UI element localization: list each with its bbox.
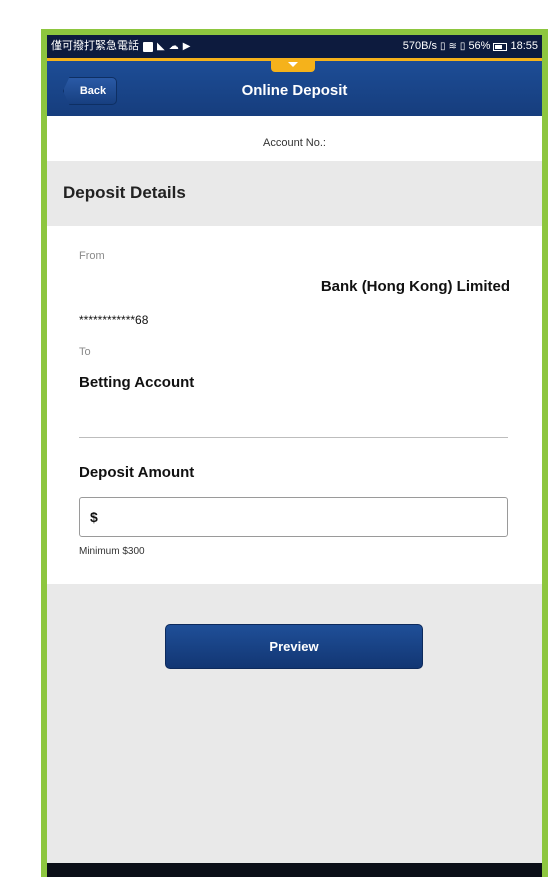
section-title: Deposit Details — [63, 183, 186, 202]
clock: 18:55 — [510, 40, 538, 52]
to-label: To — [79, 346, 91, 358]
carrier-text: 僅可撥打緊急電話 — [51, 40, 139, 52]
section-header: Deposit Details — [47, 161, 542, 226]
status-bar: 僅可撥打緊急電話 ◣ ☁ ▶ 570B/s ▯ ≋ ▯ 56% 18:55 — [47, 35, 542, 58]
vibrate-icon: ▯ — [440, 41, 446, 52]
chevron-down-icon[interactable] — [271, 58, 315, 72]
wifi-icon: ≋ — [448, 41, 457, 52]
from-label: From — [79, 250, 105, 262]
battery-icon — [493, 42, 508, 51]
preview-button[interactable]: Preview — [165, 624, 423, 669]
sim-icon: ▯ — [459, 41, 466, 52]
deposit-details-card: From Bank (Hong Kong) Limited **********… — [47, 226, 542, 584]
battery-percent: 56% — [468, 40, 491, 52]
status-left: 僅可撥打緊急電話 ◣ ☁ ▶ — [51, 35, 190, 58]
from-bank-name: Bank (Hong Kong) Limited — [320, 278, 510, 295]
minimum-amount-hint: Minimum $300 — [79, 546, 145, 557]
network-speed: 570B/s — [402, 40, 438, 52]
app-screen: 僅可撥打緊急電話 ◣ ☁ ▶ 570B/s ▯ ≋ ▯ 56% 18:55 Ba… — [47, 35, 542, 877]
deposit-amount-input[interactable] — [79, 497, 508, 537]
divider — [79, 437, 508, 438]
navigation-bar — [47, 863, 542, 877]
page-title: Online Deposit — [241, 82, 348, 99]
status-right: 570B/s ▯ ≋ ▯ 56% 18:55 — [403, 35, 538, 58]
signal-icon: ◣ — [157, 41, 165, 52]
to-account-name: Betting Account — [79, 374, 195, 391]
app-header: Back Online Deposit — [47, 58, 542, 116]
account-number-row: Account No.: — [47, 116, 542, 161]
play-icon: ▶ — [182, 41, 191, 52]
account-number-label: Account No.: — [263, 137, 326, 149]
device-frame: 僅可撥打緊急電話 ◣ ☁ ▶ 570B/s ▯ ≋ ▯ 56% 18:55 Ba… — [41, 29, 548, 877]
notification-icon — [143, 41, 153, 52]
from-account-number: ************68 — [79, 313, 149, 327]
cloud-icon: ☁ — [168, 41, 179, 52]
deposit-amount-label: Deposit Amount — [79, 464, 195, 481]
